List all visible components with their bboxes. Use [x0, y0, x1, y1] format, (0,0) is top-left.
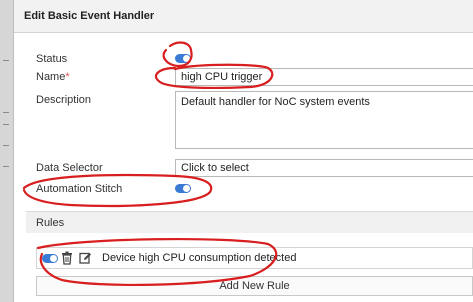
edit-icon[interactable]	[79, 251, 91, 265]
rules-header-label: Rules	[36, 217, 65, 229]
toggle-knob	[50, 255, 57, 262]
rule-text: Device high CPU consumption detected	[102, 252, 297, 264]
data-selector-field[interactable]: Click to select	[175, 159, 473, 177]
status-label: Status	[36, 53, 68, 65]
trash-icon[interactable]	[61, 251, 73, 265]
toggle-knob	[183, 185, 190, 192]
toggle-knob	[183, 55, 190, 62]
required-mark: *	[65, 71, 70, 83]
name-label-text: Name	[36, 71, 66, 83]
rule-row: Device high CPU consumption detected	[36, 247, 473, 269]
sidebar-marker	[3, 112, 9, 113]
rule-toggle-icon[interactable]	[42, 254, 58, 263]
sidebar-marker	[3, 166, 9, 167]
name-label: Name*	[36, 71, 70, 83]
automation-stitch-toggle[interactable]	[175, 184, 191, 193]
sidebar-marker	[3, 60, 9, 61]
data-selector-label: Data Selector	[36, 162, 103, 174]
rules-section-header: Rules	[26, 211, 473, 233]
status-toggle[interactable]	[175, 54, 191, 63]
sidebar-marker	[3, 124, 9, 125]
sidebar-marker	[3, 145, 9, 146]
left-sidebar-edge	[0, 0, 14, 302]
add-new-rule-button[interactable]: Add New Rule	[36, 276, 473, 296]
dialog-header: Edit Basic Event Handler	[14, 0, 473, 33]
automation-stitch-label: Automation Stitch	[36, 183, 123, 195]
description-label: Description	[36, 94, 92, 106]
name-input[interactable]: high CPU trigger	[175, 68, 473, 86]
dialog-title: Edit Basic Event Handler	[24, 10, 155, 22]
description-textarea[interactable]: Default handler for NoC system events	[175, 91, 473, 149]
